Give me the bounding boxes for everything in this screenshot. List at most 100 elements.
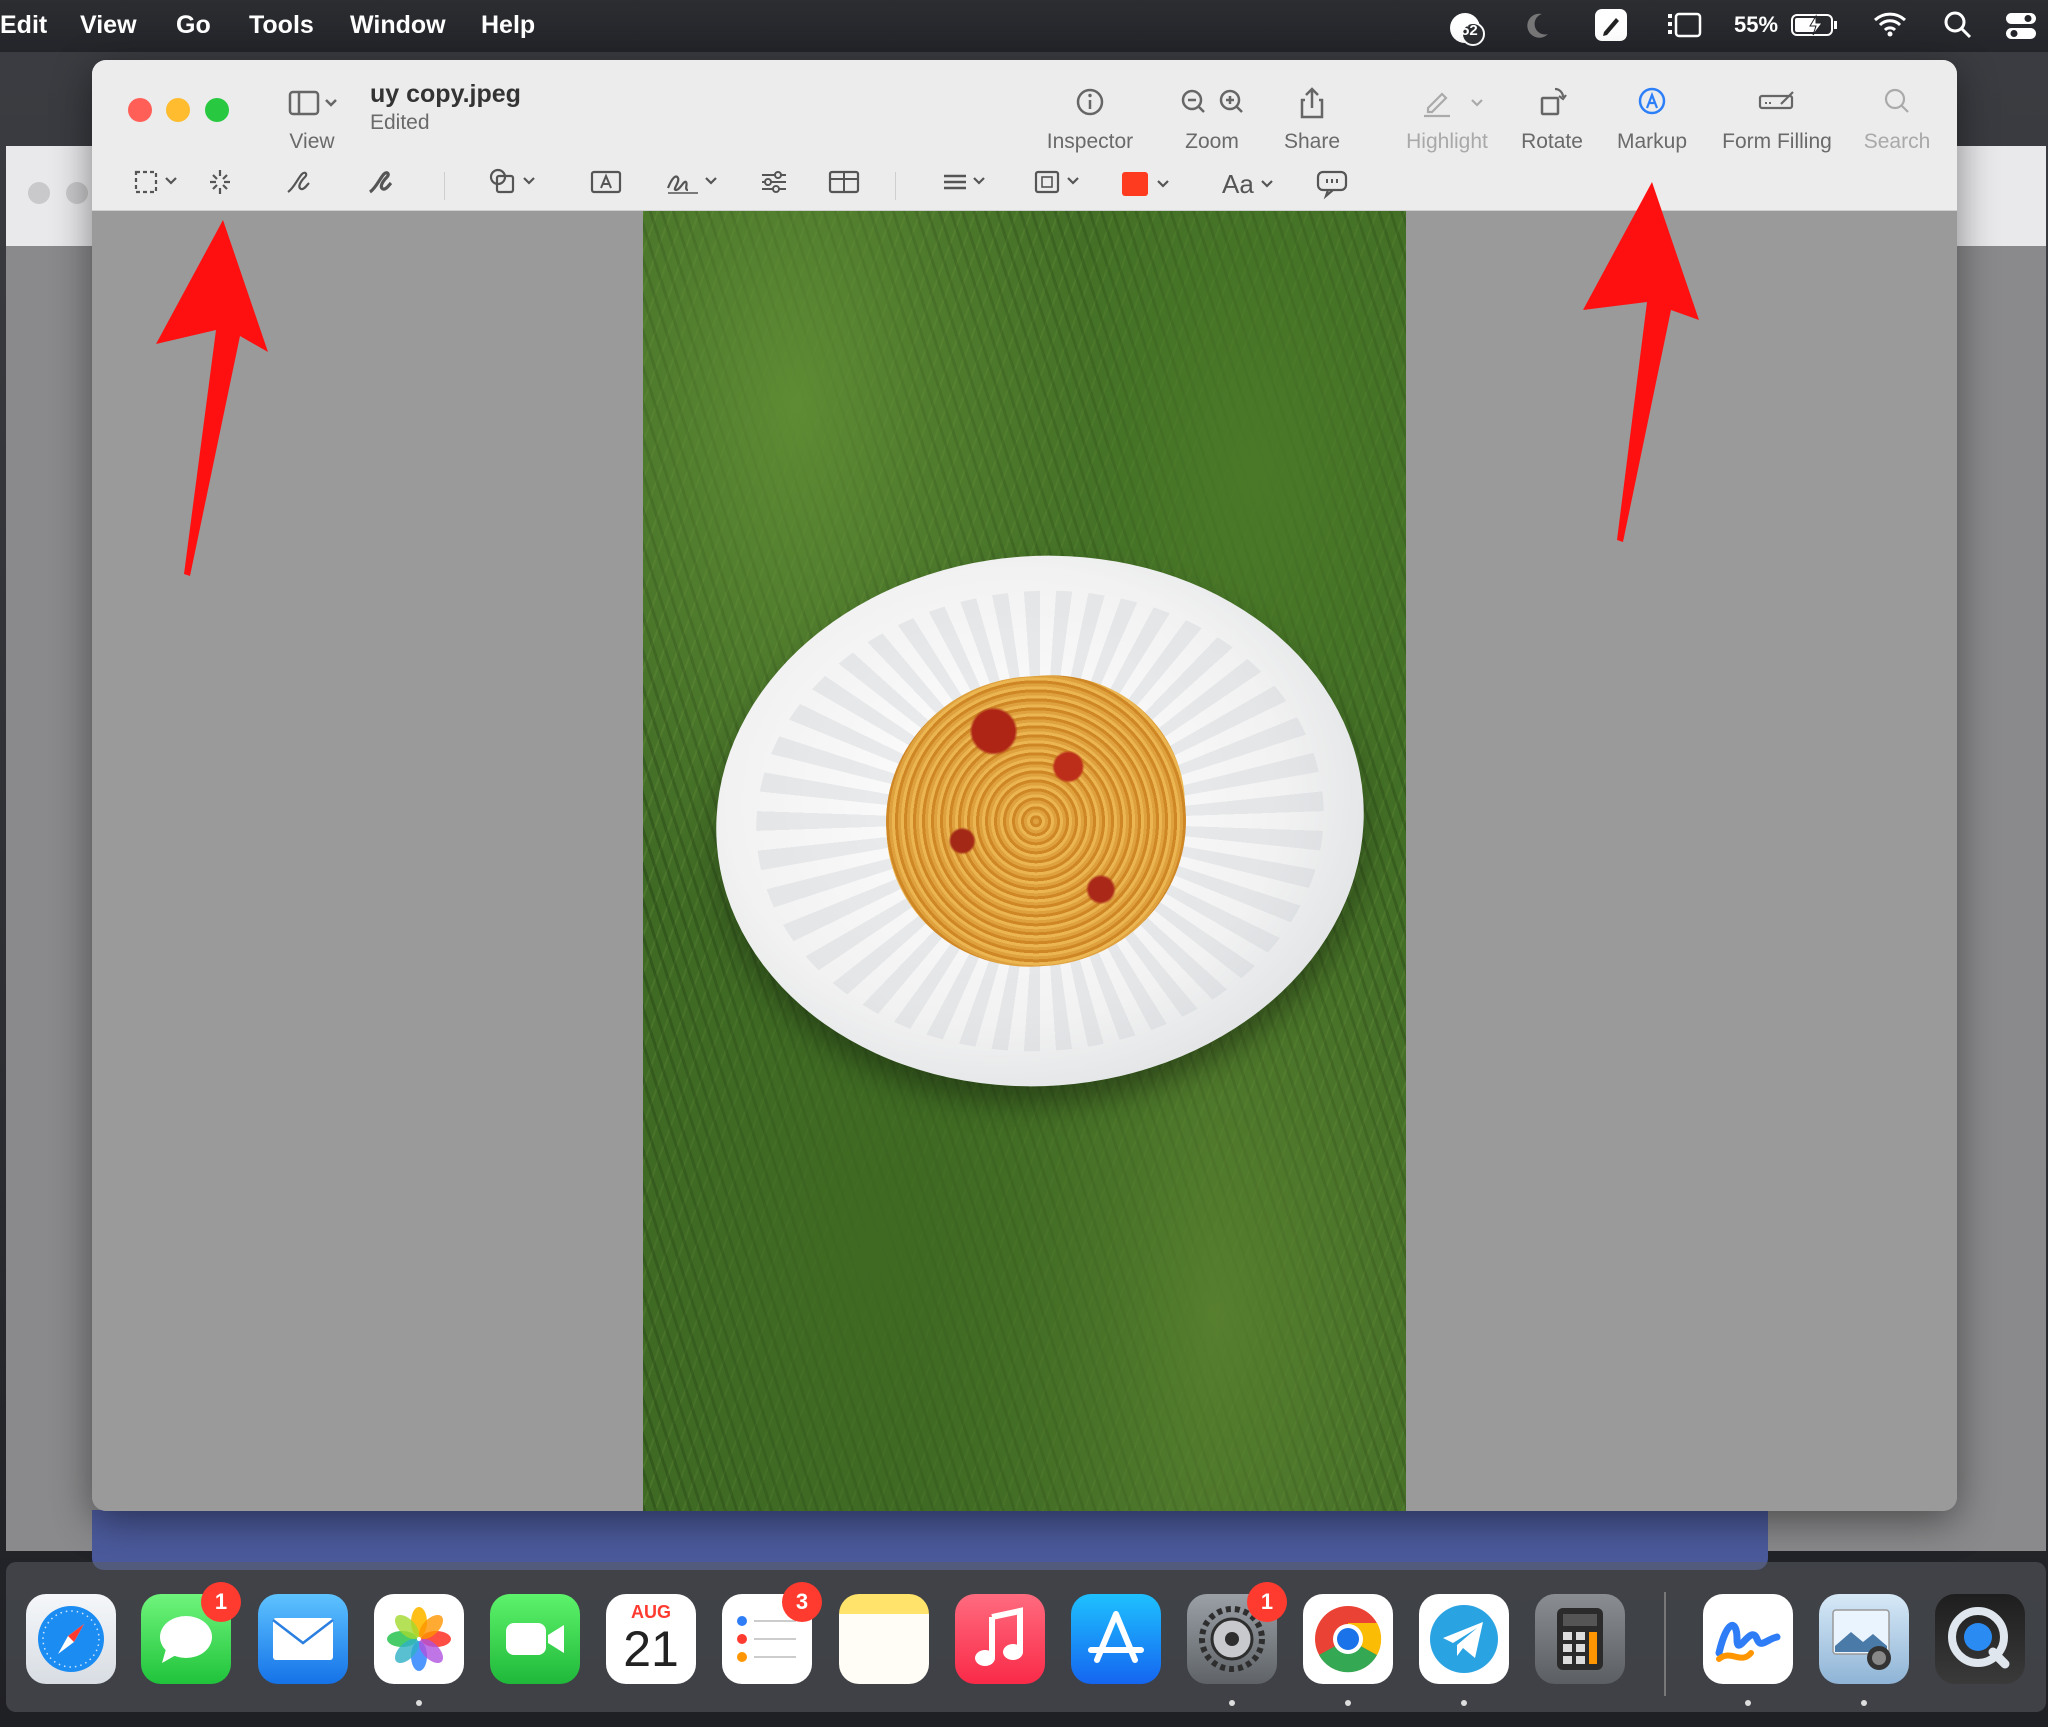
document-title[interactable]: uy copy.jpeg (370, 80, 521, 109)
app-store-icon[interactable] (1071, 1594, 1161, 1684)
rotate-button[interactable]: Rotate (1512, 84, 1592, 154)
shapes-button[interactable] (484, 164, 544, 204)
markup-icon (1602, 84, 1702, 124)
search-label: Search (1863, 130, 1931, 153)
reminders-badge: 3 (782, 1582, 822, 1622)
spotlight-search-icon[interactable] (1943, 10, 1973, 46)
plate (698, 534, 1382, 1108)
border-color-button[interactable] (1030, 164, 1090, 204)
info-icon (1040, 84, 1140, 124)
highlight-button[interactable]: Highlight (1392, 84, 1502, 154)
inspector-button[interactable]: Inspector (1040, 84, 1140, 154)
text-box-icon (586, 162, 626, 207)
running-indicator (1461, 1700, 1467, 1706)
rectangular-selection-icon (130, 162, 186, 207)
separator (444, 172, 445, 200)
text-style-button[interactable]: Aa (1222, 164, 1284, 204)
menu-edit[interactable]: Edit (0, 11, 47, 40)
draw-icon (364, 162, 400, 207)
red-arrow-annotation (156, 220, 268, 576)
running-indicator (1745, 1700, 1751, 1706)
menu-window[interactable]: Window (350, 11, 446, 40)
border-color-icon (1030, 162, 1090, 207)
markup-label: Markup (1616, 130, 1688, 153)
adjust-size-button[interactable] (824, 164, 864, 204)
shape-style-button[interactable] (938, 164, 998, 204)
instant-alpha-button[interactable] (202, 164, 238, 204)
background-window-button (66, 182, 88, 204)
zoom-icon (1162, 84, 1262, 124)
adjust-color-button[interactable] (756, 164, 792, 204)
selection-tool-button[interactable] (130, 164, 186, 204)
notes-icon[interactable] (839, 1594, 929, 1684)
quicktime-icon[interactable] (1935, 1594, 2025, 1684)
speech-bubble-icon (1312, 162, 1352, 207)
notification-count: 52 (1461, 22, 1478, 39)
preview-app-icon[interactable] (1819, 1594, 1909, 1684)
share-label: Share (1283, 130, 1341, 153)
fill-color-button[interactable] (1122, 164, 1178, 204)
facetime-icon[interactable] (490, 1594, 580, 1684)
rotate-label: Rotate (1521, 130, 1583, 153)
pen-app-icon[interactable] (1594, 8, 1628, 48)
fill-color-swatch (1122, 172, 1148, 196)
calendar-month: AUG (631, 1602, 671, 1622)
freeform-icon[interactable] (1703, 1594, 1793, 1684)
dock-separator (1664, 1592, 1666, 1696)
battery-percent: 55% (1734, 12, 1779, 37)
calculator-icon[interactable] (1535, 1594, 1625, 1684)
wifi-icon[interactable] (1873, 10, 1907, 44)
sketch-tool-button[interactable] (282, 164, 318, 204)
inspector-label: Inspector (1046, 130, 1134, 153)
zoom-button[interactable]: Zoom (1162, 84, 1262, 154)
chrome-icon[interactable] (1303, 1594, 1393, 1684)
menu-tools[interactable]: Tools (249, 11, 314, 40)
text-tool-button[interactable] (586, 164, 626, 204)
minimize-button[interactable] (166, 98, 190, 122)
music-icon[interactable] (955, 1594, 1045, 1684)
search-icon (1852, 84, 1942, 124)
image-content[interactable] (643, 211, 1406, 1511)
highlight-label: Highlight (1406, 130, 1488, 153)
adjust-size-icon (824, 162, 864, 207)
reminders-icon[interactable]: 3 (722, 1582, 822, 1684)
view-label: View (289, 130, 335, 153)
line-style-icon (938, 162, 998, 207)
background-window-strip (92, 1510, 1768, 1570)
form-filling-button[interactable]: Form Filling (1712, 84, 1842, 154)
chevron-down-icon (1261, 180, 1273, 188)
draw-tool-button[interactable] (364, 164, 400, 204)
system-settings-icon[interactable]: 1 (1187, 1582, 1287, 1684)
zoom-label: Zoom (1185, 130, 1239, 153)
form-filling-label: Form Filling (1722, 130, 1832, 153)
battery-icon[interactable] (1790, 10, 1840, 46)
form-filling-icon (1712, 84, 1842, 124)
background-window-button (28, 182, 50, 204)
share-icon (1272, 84, 1352, 124)
running-indicator (416, 1700, 422, 1706)
calendar-icon[interactable]: AUG 21 (606, 1594, 696, 1684)
messages-icon[interactable]: 1 (141, 1582, 241, 1684)
control-center-icon[interactable] (2004, 10, 2038, 48)
telegram-icon[interactable] (1419, 1594, 1509, 1684)
running-indicator (1345, 1700, 1351, 1706)
menu-help[interactable]: Help (481, 11, 535, 40)
annotate-button[interactable] (1312, 164, 1352, 204)
sign-button[interactable] (664, 164, 724, 204)
photos-icon[interactable] (374, 1594, 464, 1684)
menu-go[interactable]: Go (176, 11, 211, 40)
menu-view[interactable]: View (80, 11, 137, 40)
markup-button[interactable]: Markup (1602, 84, 1702, 154)
fullscreen-button[interactable] (205, 98, 229, 122)
moon-icon[interactable] (1522, 10, 1552, 46)
view-button[interactable]: View (272, 84, 352, 154)
mail-icon[interactable] (258, 1594, 348, 1684)
close-button[interactable] (128, 98, 152, 122)
sliders-icon (756, 162, 792, 207)
running-indicator (1229, 1700, 1235, 1706)
safari-icon[interactable] (26, 1594, 116, 1684)
signature-icon (664, 162, 724, 207)
search-button[interactable]: Search (1852, 84, 1942, 154)
sidebar-status-icon[interactable] (1666, 10, 1702, 46)
share-button[interactable]: Share (1272, 84, 1352, 154)
